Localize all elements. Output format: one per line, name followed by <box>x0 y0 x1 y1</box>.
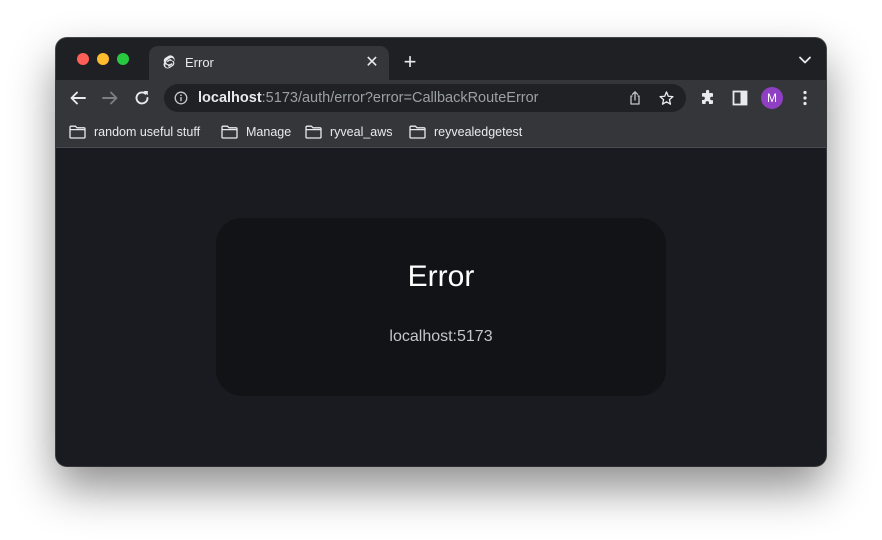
host-text: localhost:5173 <box>389 328 493 345</box>
tab-strip: Error ✕ + <box>56 38 826 80</box>
folder-icon <box>69 125 86 139</box>
bookmark-ryveal-aws[interactable]: ryveal_aws <box>305 123 393 141</box>
page-content: Error localhost:5173 <box>56 149 826 466</box>
page-title: Error <box>407 260 475 293</box>
extensions-icon[interactable] <box>698 88 718 108</box>
share-icon[interactable] <box>627 90 643 106</box>
minimize-window-button[interactable] <box>97 53 109 65</box>
address-bar[interactable]: localhost:5173/auth/error?error=Callback… <box>164 84 686 112</box>
close-tab-icon[interactable]: ✕ <box>363 54 381 72</box>
bookmark-label: ryveal_aws <box>330 125 393 139</box>
svelte-icon <box>163 55 175 69</box>
bookmark-manage[interactable]: Manage <box>221 123 291 141</box>
close-window-button[interactable] <box>77 53 89 65</box>
back-icon[interactable] <box>68 88 88 108</box>
folder-icon <box>305 125 322 139</box>
url-path: :5173/auth/error?error=CallbackRouteErro… <box>261 90 539 106</box>
zoom-window-button[interactable] <box>117 53 129 65</box>
side-panel-icon[interactable] <box>730 88 750 108</box>
toolbar: localhost:5173/auth/error?error=Callback… <box>56 80 826 116</box>
tab-error[interactable]: Error ✕ <box>149 46 389 80</box>
url-text[interactable]: localhost:5173/auth/error?error=Callback… <box>198 90 539 106</box>
tab-title: Error <box>185 55 214 70</box>
new-tab-button[interactable]: + <box>400 51 420 73</box>
bookmarks-bar: random useful stuff Manage ryveal_aws re… <box>56 116 826 148</box>
bookmark-reyvealedgetest[interactable]: reyvealedgetest <box>409 123 522 141</box>
url-host: localhost <box>198 90 262 106</box>
star-icon[interactable] <box>658 90 675 107</box>
profile-avatar[interactable]: M <box>761 87 783 109</box>
folder-icon <box>221 125 238 139</box>
bookmark-random-useful-stuff[interactable]: random useful stuff <box>69 123 200 141</box>
bookmark-label: Manage <box>246 125 292 139</box>
error-card: Error localhost:5173 <box>216 218 666 396</box>
forward-icon[interactable] <box>100 88 120 108</box>
folder-icon <box>409 125 426 139</box>
chevron-down-icon[interactable] <box>798 55 812 65</box>
bookmark-label: random useful stuff <box>94 125 201 139</box>
bookmark-label: reyvealedgetest <box>434 125 523 139</box>
reload-icon[interactable] <box>132 88 152 108</box>
menu-icon[interactable] <box>795 88 815 108</box>
info-icon[interactable] <box>174 91 188 105</box>
browser-window: Error ✕ + localhost:5173/auth/error?erro… <box>56 38 826 466</box>
